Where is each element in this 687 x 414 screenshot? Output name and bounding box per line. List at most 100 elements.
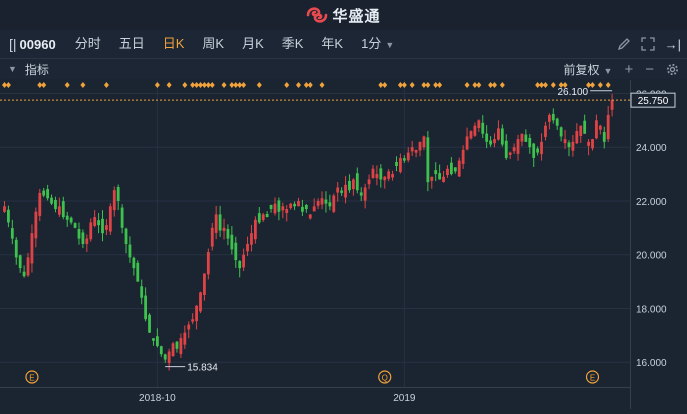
- tab-minute-select[interactable]: 1分 ▼: [352, 30, 403, 59]
- candle-body[interactable]: [520, 133, 524, 142]
- candle-body[interactable]: [410, 147, 414, 152]
- candle-body[interactable]: [26, 257, 30, 276]
- candle-body[interactable]: [391, 174, 394, 178]
- candle-body[interactable]: [434, 170, 438, 175]
- candle-body[interactable]: [567, 142, 571, 148]
- tab-monthly-k[interactable]: 月K: [233, 30, 273, 58]
- candle-body[interactable]: [555, 118, 559, 126]
- zoom-out-icon[interactable]: −: [645, 61, 654, 78]
- candle-body[interactable]: [65, 215, 69, 220]
- candle-body[interactable]: [179, 338, 183, 355]
- event-diamond-icon[interactable]: [542, 82, 548, 88]
- sidebar-collapse-icon[interactable]: [|: [0, 36, 17, 52]
- tab-daily-k[interactable]: 日K: [154, 30, 194, 58]
- candle-body[interactable]: [289, 203, 293, 209]
- pencil-icon[interactable]: [617, 37, 631, 51]
- candle-body[interactable]: [375, 174, 379, 179]
- event-diamond-icon[interactable]: [5, 82, 11, 88]
- event-diamond-icon[interactable]: [464, 82, 470, 88]
- candle-body[interactable]: [324, 199, 328, 204]
- candle-body[interactable]: [477, 120, 481, 129]
- candle-body[interactable]: [336, 187, 340, 193]
- candle-body[interactable]: [449, 162, 453, 175]
- candle-body[interactable]: [140, 286, 144, 298]
- candle-body[interactable]: [497, 128, 500, 140]
- candle-body[interactable]: [591, 139, 594, 149]
- candle-body[interactable]: [285, 209, 289, 214]
- candle-body[interactable]: [438, 173, 442, 180]
- candle-body[interactable]: [277, 200, 281, 212]
- candle-body[interactable]: [598, 125, 602, 130]
- candle-body[interactable]: [77, 229, 81, 239]
- candle-body[interactable]: [163, 354, 167, 360]
- candle-body[interactable]: [226, 228, 230, 239]
- candle-body[interactable]: [214, 214, 218, 233]
- candle-body[interactable]: [504, 140, 508, 158]
- candle-body[interactable]: [446, 168, 449, 176]
- candle-body[interactable]: [387, 171, 391, 179]
- event-diamond-icon[interactable]: [64, 82, 70, 88]
- candle-body[interactable]: [54, 199, 57, 210]
- candle-body[interactable]: [124, 228, 128, 244]
- candle-body[interactable]: [457, 160, 461, 177]
- candle-body[interactable]: [269, 204, 273, 210]
- event-diamond-icon[interactable]: [605, 82, 611, 88]
- event-diamond-icon[interactable]: [296, 82, 301, 88]
- candle-body[interactable]: [301, 206, 304, 212]
- candle-body[interactable]: [316, 200, 320, 206]
- candle-body[interactable]: [250, 233, 253, 245]
- kline-svg[interactable]: 26.00024.00022.00020.00018.00016.0002018…: [0, 80, 687, 409]
- panel-expand-icon[interactable]: →|: [665, 37, 681, 52]
- event-diamond-icon[interactable]: [319, 82, 325, 88]
- candle-body[interactable]: [571, 141, 575, 151]
- candle-body[interactable]: [238, 260, 242, 269]
- candle-body[interactable]: [536, 148, 540, 153]
- candle-body[interactable]: [320, 198, 324, 205]
- event-diamond-icon[interactable]: [492, 82, 497, 88]
- event-diamond-icon[interactable]: [182, 82, 188, 88]
- candle-body[interactable]: [563, 139, 567, 144]
- candle-body[interactable]: [14, 239, 18, 258]
- event-diamond-icon[interactable]: [166, 82, 172, 88]
- candle-body[interactable]: [222, 227, 226, 232]
- candle-body[interactable]: [485, 133, 489, 142]
- candle-body[interactable]: [399, 157, 402, 173]
- candle-body[interactable]: [167, 351, 171, 364]
- candle-body[interactable]: [81, 232, 85, 244]
- candle-body[interactable]: [359, 192, 363, 196]
- candle-body[interactable]: [230, 234, 234, 250]
- candle-body[interactable]: [414, 149, 418, 153]
- candle-body[interactable]: [442, 176, 445, 183]
- candle-body[interactable]: [367, 179, 371, 185]
- candle-body[interactable]: [152, 338, 155, 341]
- candle-body[interactable]: [203, 273, 206, 295]
- candle-body[interactable]: [206, 252, 210, 275]
- event-diamond-icon[interactable]: [221, 82, 227, 88]
- candle-body[interactable]: [610, 100, 614, 110]
- candle-body[interactable]: [516, 139, 520, 154]
- candle-body[interactable]: [500, 128, 504, 145]
- candle-body[interactable]: [540, 141, 543, 155]
- candle-body[interactable]: [297, 200, 300, 207]
- candle-body[interactable]: [69, 217, 73, 223]
- candle-body[interactable]: [10, 228, 14, 239]
- event-diamond-icon[interactable]: [590, 82, 595, 88]
- candle-body[interactable]: [7, 209, 10, 223]
- candle-body[interactable]: [532, 143, 536, 158]
- candle-body[interactable]: [379, 168, 383, 180]
- candle-body[interactable]: [22, 271, 26, 277]
- candle-body[interactable]: [195, 305, 198, 322]
- candle-body[interactable]: [18, 255, 22, 269]
- event-diamond-icon[interactable]: [241, 82, 247, 88]
- candle-body[interactable]: [587, 141, 590, 146]
- event-diamond-icon[interactable]: [425, 82, 431, 88]
- candle-body[interactable]: [461, 149, 465, 164]
- indicator-collapse-icon[interactable]: ▼: [0, 64, 25, 74]
- candle-body[interactable]: [273, 203, 277, 214]
- candle-body[interactable]: [30, 233, 34, 264]
- event-diamond-icon[interactable]: [409, 82, 415, 88]
- candle-body[interactable]: [512, 147, 516, 152]
- event-diamond-icon[interactable]: [401, 82, 407, 88]
- candle-body[interactable]: [120, 207, 124, 228]
- candle-body[interactable]: [293, 203, 296, 207]
